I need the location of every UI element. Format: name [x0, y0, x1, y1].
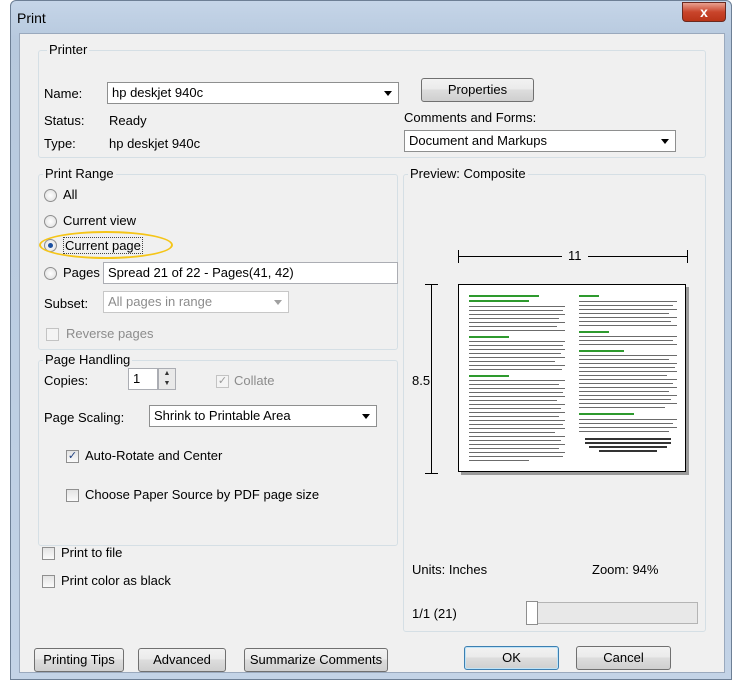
- height-label: 8.5: [412, 371, 431, 390]
- dialog-title: Print: [17, 10, 46, 26]
- title-bar[interactable]: Print x: [11, 1, 731, 33]
- printer-name-label: Name:: [44, 86, 83, 101]
- radio-pages[interactable]: [44, 267, 57, 280]
- chevron-down-icon: [384, 91, 392, 96]
- collate-label: Collate: [234, 373, 275, 388]
- spin-down-icon[interactable]: ▼: [159, 379, 175, 389]
- subset-select[interactable]: All pages in range: [103, 291, 289, 313]
- print-range-group-label: Print Range: [43, 166, 116, 181]
- status-label: Status:: [44, 113, 85, 128]
- chevron-down-icon: [661, 139, 669, 144]
- printer-group-label: Printer: [47, 42, 90, 57]
- auto-rotate-checkbox[interactable]: ✓: [66, 450, 79, 463]
- page-scaling-label: Page Scaling:: [44, 410, 125, 425]
- cancel-button[interactable]: Cancel: [576, 646, 671, 670]
- subset-value: All pages in range: [108, 294, 213, 309]
- preview-slider-thumb[interactable]: [526, 601, 538, 625]
- print-color-black-checkbox[interactable]: [42, 575, 55, 588]
- chevron-down-icon: [362, 414, 370, 419]
- copies-label: Copies:: [44, 373, 89, 388]
- reverse-pages-checkbox[interactable]: [46, 328, 59, 341]
- height-dimension-line: [431, 284, 432, 474]
- print-to-file-label: Print to file: [61, 545, 123, 560]
- spin-up-icon[interactable]: ▲: [159, 369, 175, 379]
- preview-column-left: [469, 293, 565, 465]
- height-dimension-tick-top: [425, 284, 438, 285]
- width-label: 11: [562, 248, 588, 263]
- radio-pages-label: Pages: [63, 265, 100, 280]
- chevron-down-icon: [274, 300, 282, 305]
- width-dimension-tick-left: [458, 250, 459, 263]
- radio-current-view-label: Current view: [63, 213, 136, 228]
- preview-column-right: [579, 293, 677, 465]
- collate-checkbox[interactable]: ✓: [216, 375, 229, 388]
- auto-rotate-label: Auto-Rotate and Center: [85, 448, 223, 463]
- preview-group-label: Preview: Composite: [408, 166, 528, 181]
- pages-input[interactable]: Spread 21 of 22 - Pages(41, 42): [103, 262, 398, 284]
- comments-forms-label: Comments and Forms:: [404, 110, 537, 125]
- copies-stepper[interactable]: ▲ ▼: [158, 368, 176, 390]
- close-button[interactable]: x: [682, 2, 726, 22]
- status-value: Ready: [109, 113, 147, 128]
- copies-input[interactable]: 1: [128, 368, 158, 390]
- print-dialog: Print x Printer Name: hp deskjet 940c St…: [10, 0, 732, 680]
- page-scaling-value: Shrink to Printable Area: [154, 408, 291, 423]
- printer-name-select[interactable]: hp deskjet 940c: [107, 82, 399, 104]
- comments-forms-value: Document and Markups: [409, 133, 548, 148]
- dialog-body: Printer Name: hp deskjet 940c Status: Re…: [19, 33, 725, 673]
- reverse-pages-label: Reverse pages: [66, 326, 154, 341]
- advanced-button[interactable]: Advanced: [138, 648, 226, 672]
- preview-page-slider[interactable]: [526, 602, 698, 624]
- units-label: Units: Inches: [412, 562, 488, 577]
- type-label: Type:: [44, 136, 76, 151]
- zoom-label: Zoom: 94%: [592, 562, 659, 577]
- preview-page: [458, 284, 686, 472]
- radio-all[interactable]: [44, 189, 57, 202]
- print-color-black-label: Print color as black: [61, 573, 171, 588]
- ok-button[interactable]: OK: [464, 646, 559, 670]
- paper-source-label: Choose Paper Source by PDF page size: [85, 487, 320, 502]
- highlight-ellipse: [39, 231, 173, 259]
- comments-forms-select[interactable]: Document and Markups: [404, 130, 676, 152]
- print-to-file-checkbox[interactable]: [42, 547, 55, 560]
- page-indicator: 1/1 (21): [412, 606, 457, 621]
- paper-source-checkbox[interactable]: [66, 489, 79, 502]
- height-dimension-tick-bottom: [425, 473, 438, 474]
- printing-tips-button[interactable]: Printing Tips: [34, 648, 124, 672]
- width-dimension-tick-right: [687, 250, 688, 263]
- properties-button[interactable]: Properties: [421, 78, 534, 102]
- page-handling-group-label: Page Handling: [43, 352, 133, 367]
- radio-all-label: All: [63, 187, 78, 202]
- type-value: hp deskjet 940c: [109, 136, 201, 151]
- printer-name-value: hp deskjet 940c: [112, 85, 204, 100]
- summarize-comments-button[interactable]: Summarize Comments: [244, 648, 388, 672]
- radio-current-view[interactable]: [44, 215, 57, 228]
- subset-label: Subset:: [44, 296, 89, 311]
- page-scaling-select[interactable]: Shrink to Printable Area: [149, 405, 377, 427]
